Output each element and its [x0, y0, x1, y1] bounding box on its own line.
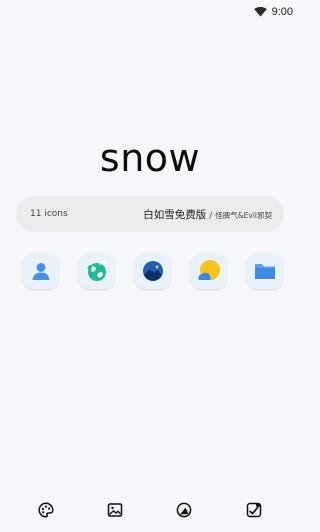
bottom-nav	[0, 498, 300, 522]
wallpaper-gallery-icon[interactable]	[105, 500, 125, 520]
author-secondary: 怪脾气&Evil邪契	[215, 210, 272, 220]
theme-authors: 白如雪免费版 / 怪脾气&Evil邪契	[143, 207, 272, 222]
status-indicators: 9:00	[253, 2, 293, 21]
contacts-icon[interactable]	[23, 253, 59, 289]
theme-palette-icon[interactable]	[36, 500, 56, 520]
weather-icon[interactable]	[191, 253, 227, 289]
icon-count: 11 icons	[30, 209, 68, 219]
author-separator: /	[209, 210, 213, 221]
folder-icon[interactable]	[247, 253, 283, 289]
status-bar: 9:00	[0, 0, 300, 18]
status-time: 9:00	[271, 5, 293, 18]
apply-icon[interactable]	[244, 500, 264, 520]
author-main: 白如雪免费版	[143, 208, 207, 221]
wallpaper-icon[interactable]	[135, 253, 171, 289]
icon-pack-icon[interactable]	[174, 500, 194, 520]
preview-icon-row	[23, 253, 283, 289]
theme-info-pill: 11 icons 白如雪免费版 / 怪脾气&Evil邪契	[16, 196, 284, 232]
wifi-icon	[253, 2, 267, 21]
globe-icon[interactable]	[79, 253, 115, 289]
page-title: snow	[99, 136, 201, 180]
